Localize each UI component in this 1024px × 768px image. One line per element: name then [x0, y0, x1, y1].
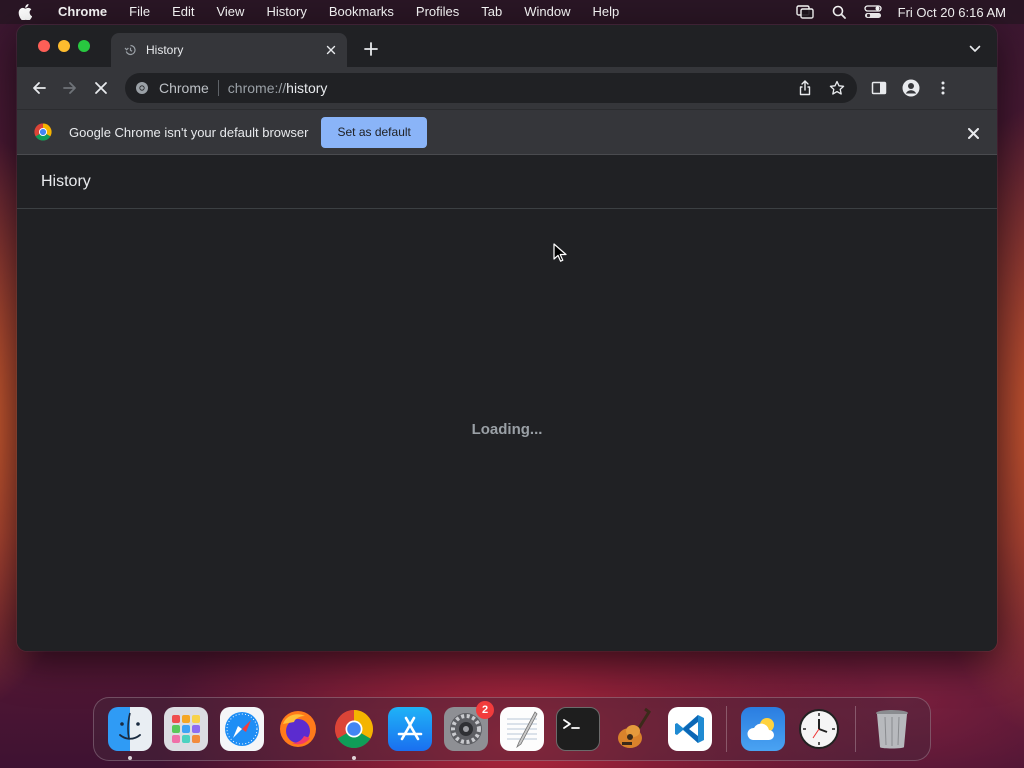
- omnibox-origin-chip: Chrome: [159, 80, 209, 96]
- set-as-default-button[interactable]: Set as default: [321, 116, 427, 148]
- menu-bar: Chrome File Edit View History Bookmarks …: [0, 0, 1024, 24]
- menu-bar-clock[interactable]: Fri Oct 20 6:16 AM: [898, 5, 1006, 20]
- default-browser-infobar: Google Chrome isn't your default browser…: [17, 109, 997, 155]
- spotlight-search-icon[interactable]: [828, 4, 850, 20]
- dock: 2: [93, 697, 931, 761]
- close-window-button[interactable]: [38, 40, 50, 52]
- zoom-window-button[interactable]: [78, 40, 90, 52]
- menu-app-name[interactable]: Chrome: [48, 0, 118, 24]
- chrome-window: History Chrome chrome:// history Google …: [17, 25, 997, 651]
- page-title: History: [41, 172, 91, 190]
- new-tab-icon[interactable]: [361, 39, 381, 59]
- back-button-icon[interactable]: [25, 74, 53, 102]
- browser-toolbar: Chrome chrome:// history: [17, 67, 997, 109]
- finder-running-indicator: [128, 756, 132, 760]
- dock-textedit-icon[interactable]: [500, 707, 544, 751]
- omnibox-divider: [217, 80, 219, 96]
- dock-trash-icon[interactable]: [870, 707, 914, 751]
- dock-garageband-icon[interactable]: [612, 707, 656, 751]
- menu-window[interactable]: Window: [513, 0, 581, 24]
- share-icon[interactable]: [793, 76, 817, 100]
- tab-strip: History: [17, 25, 997, 67]
- dock-firefox-icon[interactable]: [276, 707, 320, 751]
- history-page-header: History: [17, 155, 997, 209]
- dock-safari-icon[interactable]: [220, 707, 264, 751]
- url-host: history: [286, 80, 328, 96]
- dock-clock-icon[interactable]: [797, 707, 841, 751]
- more-menu-icon[interactable]: [929, 74, 957, 102]
- dock-app-store-icon[interactable]: [388, 707, 432, 751]
- stop-loading-icon[interactable]: [87, 74, 115, 102]
- dock-separator-trash: [855, 706, 856, 752]
- infobar-message: Google Chrome isn't your default browser: [69, 124, 309, 140]
- bookmark-star-icon[interactable]: [825, 76, 849, 100]
- control-center-icon[interactable]: [862, 4, 884, 20]
- menu-tab[interactable]: Tab: [470, 0, 513, 24]
- chrome-running-indicator: [352, 756, 356, 760]
- mouse-pointer-icon: [553, 243, 567, 263]
- menu-bookmarks[interactable]: Bookmarks: [318, 0, 405, 24]
- chrome-logo-icon: [34, 123, 52, 141]
- dock-launchpad-icon[interactable]: [164, 707, 208, 751]
- url-scheme: chrome://: [227, 80, 287, 96]
- menu-help[interactable]: Help: [582, 0, 631, 24]
- menu-history[interactable]: History: [255, 0, 317, 24]
- menu-bar-status-area: Fri Oct 20 6:16 AM: [788, 0, 1024, 24]
- dock-weather-icon[interactable]: [741, 707, 785, 751]
- dock-separator: [726, 706, 727, 752]
- history-page-body: Loading...: [17, 209, 997, 651]
- apple-menu-icon[interactable]: [18, 4, 34, 20]
- tab-close-icon[interactable]: [321, 40, 341, 60]
- menu-edit[interactable]: Edit: [161, 0, 205, 24]
- profile-avatar-icon[interactable]: [897, 74, 925, 102]
- chrome-page-icon[interactable]: [135, 80, 151, 96]
- dock-chrome-icon[interactable]: [332, 707, 376, 760]
- dock-vscode-icon[interactable]: [668, 707, 712, 751]
- tab-history[interactable]: History: [111, 33, 347, 67]
- infobar-close-icon[interactable]: [963, 123, 983, 143]
- omnibox-actions: [793, 76, 849, 100]
- toolbar-right-actions: [865, 74, 957, 102]
- side-panel-icon[interactable]: [865, 74, 893, 102]
- system-settings-badge: 2: [476, 701, 494, 719]
- loading-text: Loading...: [471, 421, 543, 438]
- dock-finder-icon[interactable]: [108, 707, 152, 760]
- tab-search-chevron-icon[interactable]: [967, 41, 983, 57]
- omnibox[interactable]: Chrome chrome:// history: [125, 73, 857, 103]
- screen-mirroring-icon[interactable]: [794, 4, 816, 20]
- tab-title: History: [146, 43, 184, 57]
- history-favicon-icon: [124, 43, 138, 57]
- menu-profiles[interactable]: Profiles: [405, 0, 470, 24]
- dock-terminal-icon[interactable]: [556, 707, 600, 751]
- menu-file[interactable]: File: [118, 0, 161, 24]
- menu-view[interactable]: View: [205, 0, 255, 24]
- forward-button-icon[interactable]: [56, 74, 84, 102]
- minimize-window-button[interactable]: [58, 40, 70, 52]
- window-controls: [38, 40, 90, 52]
- dock-system-settings-icon[interactable]: 2: [444, 701, 494, 751]
